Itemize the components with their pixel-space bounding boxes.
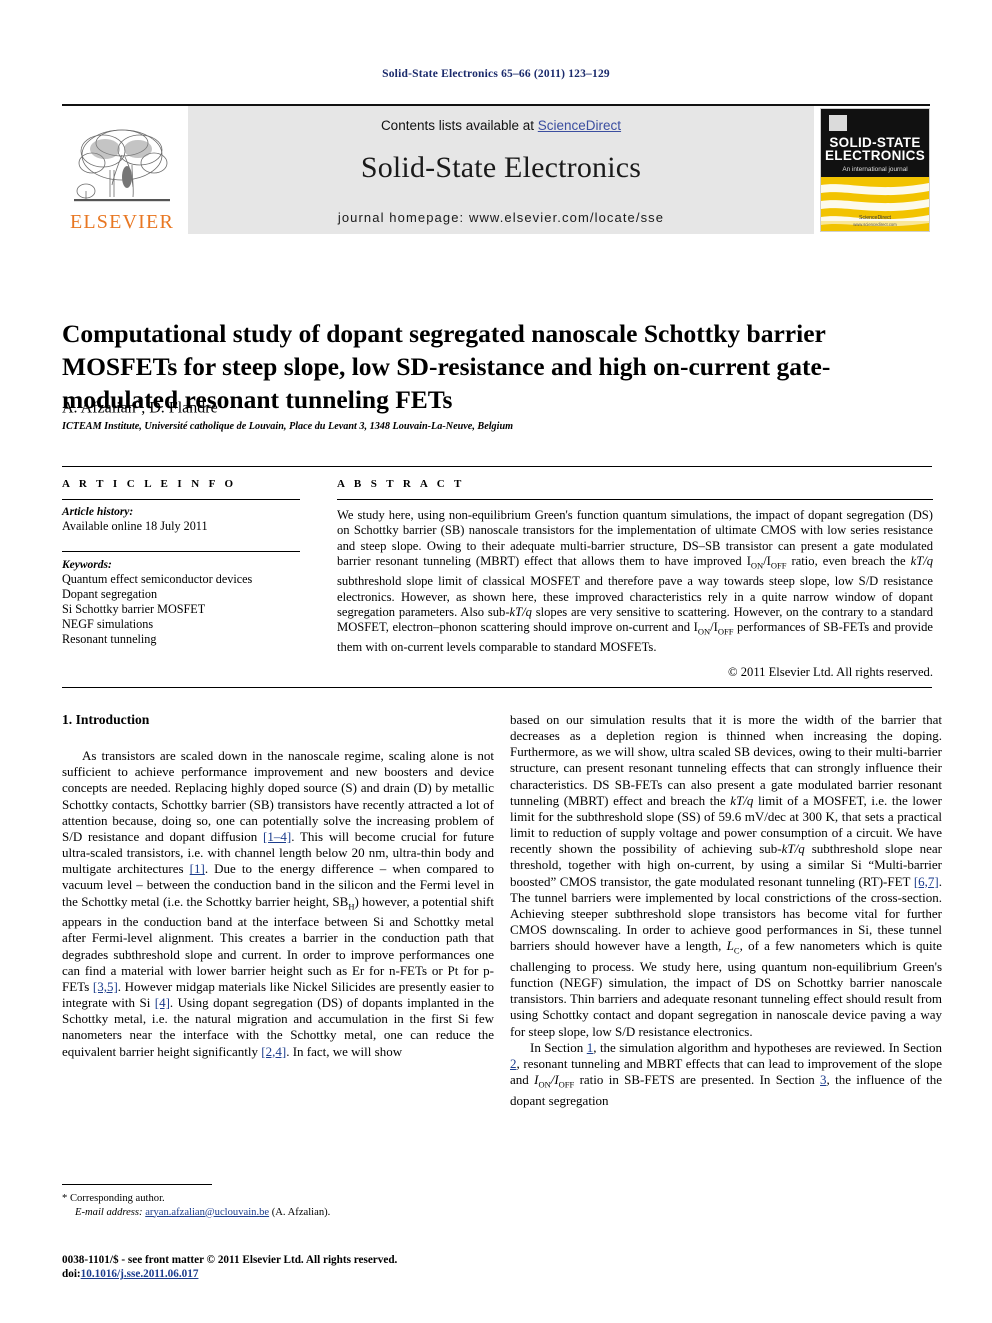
citation-link[interactable]: [6,7] [914, 874, 939, 889]
contents-lists-line: Contents lists available at ScienceDirec… [188, 118, 814, 133]
keyword-item: Si Schottky barrier MOSFET [62, 602, 206, 616]
citation-link[interactable]: [4] [155, 995, 170, 1010]
keyword-item: Resonant tunneling [62, 632, 157, 646]
doi-line: doi:10.1016/j.sse.2011.06.017 [62, 1267, 522, 1281]
email-suffix: (A. Afzalian). [269, 1206, 331, 1218]
abstract-heading: A B S T R A C T [337, 478, 465, 490]
author-first: A. Afzalian [62, 399, 136, 417]
abstract-body: We study here, using non-equilibrium Gre… [337, 508, 933, 656]
abstract-part-2: ratio, even breach the [786, 554, 911, 569]
info-divider-top [62, 499, 300, 500]
journal-masthead: ELSEVIER Contents lists available at Sci… [62, 104, 930, 234]
ion-subscript: ON [697, 626, 711, 637]
doi-link[interactable]: 10.1016/j.sse.2011.06.017 [81, 1268, 199, 1280]
article-info-column: A R T I C L E I N F O Article history: A… [62, 478, 300, 647]
ion-subscript: ON [538, 1079, 551, 1090]
citation-link[interactable]: [1–4] [263, 829, 291, 844]
text-run: . In fact, we will show [286, 1043, 403, 1059]
running-head: Solid-State Electronics 65–66 (2011) 123… [382, 68, 610, 80]
abstract-column: A B S T R A C T We study here, using non… [337, 478, 933, 680]
elsevier-tree-icon [70, 125, 174, 211]
ratio-slash: /I [550, 1072, 559, 1088]
footnote-divider [62, 1184, 212, 1185]
svg-text:ScienceDirect: ScienceDirect [859, 215, 892, 221]
text-run: , the simulation algorithm and hypothese… [593, 1039, 942, 1055]
keywords-label: Keywords: [62, 559, 112, 571]
affiliation: ICTEAM Institute, Université catholique … [62, 421, 514, 432]
elsevier-wordmark: ELSEVIER [69, 211, 175, 233]
text-run: , of a few nanometers which is quite cha… [510, 938, 942, 1039]
journal-title: Solid-State Electronics [360, 151, 642, 184]
svg-text:www.sciencedirect.com: www.sciencedirect.com [853, 222, 897, 227]
info-divider-mid [62, 551, 300, 552]
ratio-slash: /I [763, 554, 771, 569]
journal-cover-thumbnail[interactable]: SOLID-STATE ELECTRONICS An international… [820, 108, 930, 232]
body-column-right: based on our simulation results that it … [510, 712, 942, 1109]
article-page: Solid-State Electronics 65–66 (2011) 123… [0, 0, 992, 1323]
email-label: E-mail address: [75, 1206, 143, 1218]
ioff-subscript: OFF [770, 560, 787, 571]
abstract-divider [337, 499, 933, 500]
citation-link[interactable]: [1] [190, 861, 205, 876]
author-list: A. Afzalian*, D. Flandre [62, 397, 932, 417]
keyword-item: Quantum effect semiconductor devices [62, 572, 253, 586]
text-run: In Section [530, 1039, 587, 1055]
section-heading-introduction: 1. Introduction [62, 712, 150, 727]
author-rest: , D. Flandre [141, 399, 218, 417]
paragraph: based on our simulation results that it … [510, 712, 942, 1040]
svg-text:An international journal: An international journal [842, 166, 907, 173]
ratio-slash: /I [710, 620, 718, 635]
ion-subscript: ON [750, 560, 764, 571]
sciencedirect-link[interactable]: ScienceDirect [538, 118, 621, 133]
body-column-left: 1. Introduction As transistors are scale… [62, 712, 494, 1060]
citation-link[interactable]: [3,5] [93, 979, 118, 994]
email-link[interactable]: aryan.afzalian@uclouvain.be [145, 1207, 269, 1218]
ktq-symbol: kT/q [910, 554, 933, 569]
ion-ioff-ratio: ION/IOFF [747, 554, 787, 571]
ioff-subscript: OFF [717, 626, 734, 637]
svg-text:ELECTRONICS: ELECTRONICS [825, 148, 925, 163]
text-run: ratio in SB-FETS are presented. In Secti… [574, 1072, 821, 1088]
article-history-value: Available online 18 July 2011 [62, 519, 208, 533]
citation-link[interactable]: [2,4] [261, 1044, 286, 1059]
ion-ioff-ratio: ION/IOFF [694, 620, 734, 637]
imprint-block: 0038-1101/$ - see front matter © 2011 El… [62, 1253, 522, 1282]
email-note: E-mail address: aryan.afzalian@uclouvain… [62, 1206, 494, 1220]
elsevier-logo: ELSEVIER [62, 106, 182, 234]
journal-banner: Contents lists available at ScienceDirec… [188, 106, 814, 234]
issn-front-matter: 0038-1101/$ - see front matter © 2011 El… [62, 1254, 398, 1266]
article-history-label: Article history: [62, 506, 134, 518]
paragraph: In Section 1, the simulation algorithm a… [510, 1040, 942, 1109]
copyright-line: © 2011 Elsevier Ltd. All rights reserved… [728, 664, 933, 679]
ktq-symbol: kT/q [730, 792, 754, 808]
article-info-heading: A R T I C L E I N F O [62, 478, 237, 490]
corresponding-author-note: * Corresponding author. [62, 1193, 165, 1204]
keywords-block: Keywords: Quantum effect semiconductor d… [62, 559, 300, 647]
footnote-block: * Corresponding author. E-mail address: … [62, 1184, 494, 1219]
journal-homepage[interactable]: journal homepage: www.elsevier.com/locat… [188, 210, 814, 225]
ion-ioff-ratio: ION/IOFF [534, 1072, 575, 1090]
doi-label: doi: [62, 1268, 81, 1281]
ktq-symbol: kT/q [509, 604, 532, 619]
lc-symbol: L [726, 938, 734, 954]
contents-lists-prefix: Contents lists available at [380, 118, 538, 133]
keyword-item: Dopant segregation [62, 587, 158, 601]
ktq-symbol: kT/q [781, 841, 805, 857]
keyword-item: NEGF simulations [62, 617, 154, 631]
ioff-subscript: OFF [558, 1079, 575, 1090]
paragraph: As transistors are scaled down in the na… [62, 748, 494, 1060]
